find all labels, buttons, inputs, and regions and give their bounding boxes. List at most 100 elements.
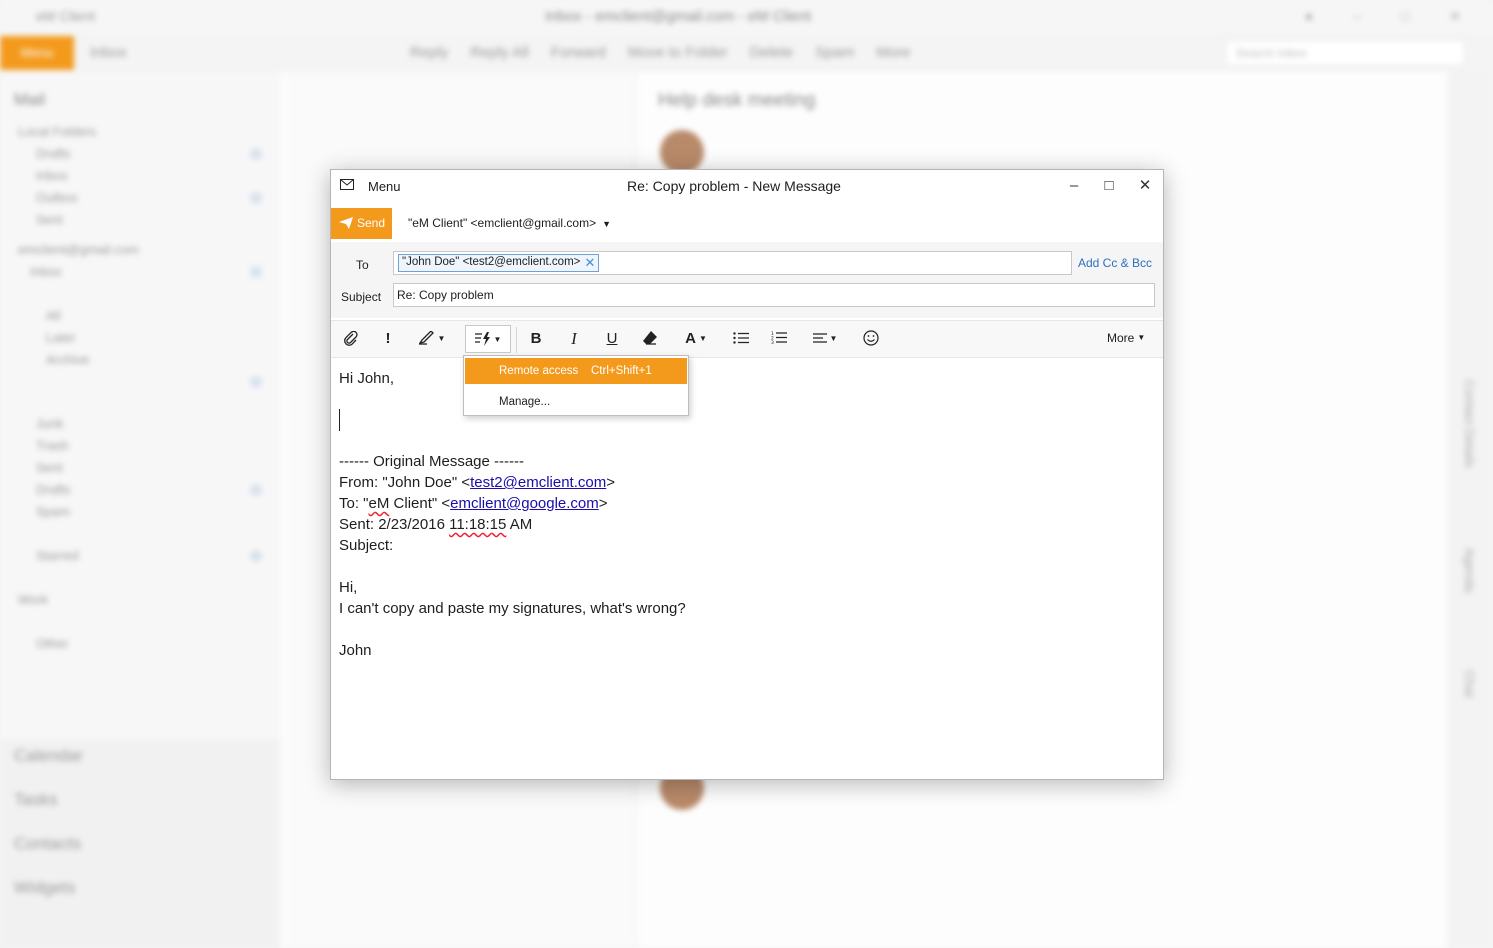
bg-rail-chat[interactable]: Chat [1462, 670, 1477, 697]
bg-search-input[interactable]: Search Inbox [1225, 40, 1465, 66]
bg-unread-dot [250, 266, 262, 278]
bg-delete-button[interactable]: Delete [750, 44, 793, 61]
bg-folder[interactable]: Trash [36, 438, 69, 453]
quoted-close-bracket: > [598, 495, 608, 512]
send-button[interactable]: Send [331, 208, 392, 239]
bold-button[interactable]: B [525, 325, 547, 353]
recipient-chip[interactable]: "John Doe" <test2@emclient.com> ✕ [398, 254, 600, 272]
recipient-address: "John Doe" <test2@emclient.com> [402, 256, 581, 268]
bg-folder[interactable]: All [46, 308, 60, 323]
subject-label: Subject [341, 290, 382, 304]
bg-nav-contacts[interactable]: Contacts [14, 834, 81, 854]
from-account-value: "eM Client" <emclient@gmail.com> [408, 216, 597, 230]
toolbar-separator [516, 327, 517, 353]
more-label: More [1107, 331, 1135, 345]
bg-folder[interactable]: Inbox [30, 264, 62, 279]
body-blank [339, 556, 1149, 577]
from-account-select[interactable]: "eM Client" <emclient@gmail.com> ▼ [408, 216, 611, 230]
bg-folder[interactable]: Sent [36, 212, 63, 227]
quoted-to-email-link[interactable]: emclient@google.com [450, 495, 599, 512]
quoted-sent-suffix: AM [506, 516, 533, 533]
quoted-to-misspelled-word: eM [368, 495, 390, 512]
bg-rail-agenda[interactable]: Agenda [1462, 548, 1477, 593]
quoted-subject-line: Subject: [339, 537, 394, 554]
bg-nav-tasks[interactable]: Tasks [14, 790, 57, 810]
bg-folder[interactable]: Later [46, 330, 76, 345]
paperclip-icon[interactable] [339, 325, 363, 353]
bg-nav-calendar[interactable]: Calendar [14, 746, 83, 766]
signature-dropdown[interactable]: ▼ [413, 325, 451, 353]
bg-folder[interactable]: Inbox [36, 168, 68, 183]
subject-field[interactable]: Re: Copy problem [393, 283, 1155, 307]
bg-rail-contact-details[interactable]: Contact Details [1462, 380, 1477, 468]
more-dropdown[interactable]: More ▼ [1107, 331, 1145, 345]
window-title: Re: Copy problem - New Message [627, 178, 841, 194]
quoted-signoff: John [339, 642, 372, 659]
bg-forward-button[interactable]: Forward [551, 44, 606, 61]
bg-more-button[interactable]: More [876, 44, 910, 61]
bg-folder[interactable]: Drafts [36, 146, 71, 161]
bg-unread-dot [250, 484, 262, 496]
numbered-list-icon[interactable]: 123 [767, 325, 791, 353]
quoted-sent-line: Sent: 2/23/2016 11:18:15 AM [339, 514, 1149, 535]
bg-window-controls: ● – □ ✕ [1304, 8, 1479, 24]
pen-icon [418, 330, 434, 345]
bg-folder[interactable]: Drafts [36, 482, 71, 497]
quoted-to-line: To: "eM Client" <emclient@google.com> [339, 493, 1149, 514]
alignment-dropdown[interactable]: ▼ [809, 325, 841, 353]
bg-nav-widgets[interactable]: Widgets [14, 878, 75, 898]
to-field[interactable]: "John Doe" <test2@emclient.com> ✕ [393, 251, 1072, 275]
bg-folder[interactable]: Starred [36, 548, 79, 563]
message-body-editor[interactable]: Hi John, ------ Original Message ------ … [339, 368, 1149, 661]
remove-recipient-icon[interactable]: ✕ [584, 255, 595, 271]
menu-item-manage[interactable]: Manage... [465, 389, 687, 415]
bg-folder[interactable]: Junk [36, 416, 63, 431]
bg-tab-inbox[interactable]: Inbox [90, 44, 127, 61]
quoted-message: I can't copy and paste my signatures, wh… [339, 600, 686, 617]
minimize-button[interactable]: – [1061, 174, 1087, 198]
maximize-button[interactable]: □ [1096, 174, 1122, 198]
bg-folder[interactable]: Sent [36, 460, 63, 475]
bg-unread-dot [250, 550, 262, 562]
bg-folder[interactable]: Archive [46, 352, 89, 367]
clear-format-icon[interactable] [639, 325, 661, 353]
underline-button[interactable]: U [601, 325, 623, 353]
templates-menu: Remote access Ctrl+Shift+1 Manage... [463, 355, 689, 416]
quoted-from-line: From: "John Doe" <test2@emclient.com> [339, 472, 1149, 493]
quoted-from-email-link[interactable]: test2@emclient.com [470, 474, 606, 491]
bg-reply-all-button[interactable]: Reply All [470, 44, 528, 61]
bg-spam-button[interactable]: Spam [815, 44, 854, 61]
bg-folder[interactable]: Outbox [36, 190, 78, 205]
body-greeting: Hi John, [339, 370, 395, 387]
bg-folder[interactable]: Other [36, 636, 69, 651]
menu-item-remote-access[interactable]: Remote access Ctrl+Shift+1 [465, 358, 687, 384]
bg-folder[interactable]: Spam [36, 504, 70, 519]
priority-icon[interactable]: ! [377, 325, 399, 353]
bg-unread-dot [250, 192, 262, 204]
font-color-dropdown[interactable]: A ▼ [679, 325, 713, 353]
bg-reply-button[interactable]: Reply [410, 44, 448, 61]
to-label: To [356, 258, 369, 272]
add-cc-bcc-link[interactable]: Add Cc & Bcc [1078, 256, 1152, 270]
compose-window: Menu Re: Copy problem - New Message – □ … [330, 169, 1164, 780]
quoted-from-prefix: From: "John Doe" < [339, 474, 471, 491]
bg-menu-button[interactable]: Menu [0, 36, 74, 70]
templates-dropdown[interactable]: ▼ [465, 325, 511, 353]
bg-move-button[interactable]: Move to Folder [628, 44, 728, 61]
emoji-icon[interactable] [859, 325, 883, 353]
bg-folder[interactable]: emclient@gmail.com [18, 242, 139, 257]
quoted-to-prefix: To: " [339, 495, 369, 512]
body-blank [339, 619, 1149, 640]
italic-button[interactable]: I [563, 325, 585, 353]
paper-plane-icon [339, 217, 353, 229]
quick-text-icon [474, 332, 490, 346]
compose-titlebar: Menu Re: Copy problem - New Message – □ … [331, 170, 1163, 204]
bg-folder[interactable]: Work [18, 592, 48, 607]
quoted-sent-time: 11:18:15 [449, 516, 507, 533]
bulleted-list-icon[interactable] [729, 325, 753, 353]
svg-text:3: 3 [771, 340, 774, 344]
close-button[interactable]: ✕ [1132, 174, 1158, 198]
bg-folder[interactable]: Local Folders [18, 124, 96, 139]
menu-item-label: Manage... [499, 396, 551, 408]
send-label: Send [357, 216, 386, 230]
